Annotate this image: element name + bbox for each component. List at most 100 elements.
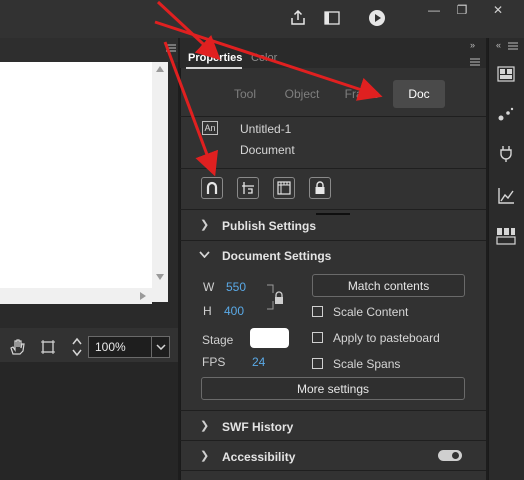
- scroll-up-icon[interactable]: [156, 66, 164, 72]
- chevron-right-icon: ❯: [200, 219, 210, 231]
- graph-icon: [498, 188, 514, 204]
- ruler-icon: [277, 181, 291, 195]
- stage-canvas[interactable]: [0, 62, 152, 302]
- scale-spans-label: Scale Spans: [333, 357, 401, 371]
- fps-value[interactable]: 24: [252, 355, 265, 369]
- swf-history-header[interactable]: ❯ SWF History: [180, 411, 486, 439]
- dock-motion-editor-button[interactable]: [496, 186, 516, 206]
- document-type: Document: [240, 143, 295, 157]
- height-value[interactable]: 400: [224, 304, 244, 318]
- mode-tab-object[interactable]: Object: [272, 80, 332, 108]
- zoom-value: 100%: [95, 340, 126, 354]
- publish-settings-header[interactable]: ❯ Publish Settings: [180, 210, 486, 240]
- scale-spans-checkbox[interactable]: [312, 358, 323, 369]
- accessibility-header[interactable]: ❯ Accessibility: [180, 441, 486, 469]
- width-value[interactable]: 550: [226, 280, 246, 294]
- apply-to-pasteboard-label: Apply to pasteboard: [333, 331, 440, 345]
- horizontal-scrollbar[interactable]: [0, 288, 152, 304]
- zoom-dropdown[interactable]: [152, 336, 170, 358]
- button-label: More settings: [296, 381, 370, 396]
- dock-options-button[interactable]: [508, 39, 520, 50]
- vertical-scrollbar[interactable]: [152, 62, 168, 302]
- mode-tab-frame[interactable]: Frame: [332, 80, 392, 108]
- panel-options-button[interactable]: [470, 55, 482, 66]
- fps-label: FPS: [202, 355, 226, 369]
- dock-components-button[interactable]: [496, 144, 516, 164]
- height-label: H: [203, 304, 212, 318]
- tab-properties[interactable]: Properties: [188, 52, 242, 64]
- close-button[interactable]: ✕: [478, 0, 518, 20]
- clip-canvas-button[interactable]: [40, 339, 58, 357]
- restore-button[interactable]: ❐: [450, 0, 474, 20]
- width-label: W: [203, 280, 215, 294]
- scale-content-label: Scale Content: [333, 305, 409, 319]
- divider: [180, 116, 486, 117]
- close-icon: ✕: [492, 3, 504, 17]
- stage-color-label: Stage: [202, 333, 234, 347]
- center-stage-button[interactable]: [71, 336, 85, 360]
- hand-tool-button[interactable]: [8, 338, 28, 358]
- mode-tab-tool[interactable]: Tool: [215, 80, 275, 108]
- divider: [180, 470, 486, 471]
- active-tab-indicator: [186, 67, 242, 69]
- chevron-down-icon: [199, 251, 210, 258]
- section-title: Accessibility: [222, 450, 296, 464]
- dock-assets-button[interactable]: [496, 226, 516, 246]
- library-icon: [497, 66, 515, 82]
- dock-library-button[interactable]: [496, 64, 516, 84]
- play-icon: [369, 10, 385, 26]
- timeline-area: [0, 362, 178, 480]
- dock-motion-presets-button[interactable]: [496, 104, 516, 124]
- stage-color-swatch[interactable]: [250, 328, 289, 348]
- section-title: SWF History: [222, 420, 294, 434]
- assets-grid-icon: [496, 228, 516, 245]
- plug-icon: [500, 146, 512, 162]
- document-name: Untitled-1: [240, 122, 292, 136]
- section-title: Document Settings: [222, 249, 332, 263]
- collapse-panel-button[interactable]: »: [470, 40, 482, 50]
- document-settings-header[interactable]: Document Settings: [180, 241, 486, 269]
- minimize-icon: —: [428, 3, 440, 17]
- rulers-button[interactable]: [273, 177, 295, 199]
- share-button[interactable]: [288, 8, 308, 28]
- guides-icon: [242, 182, 254, 194]
- test-movie-button[interactable]: [367, 8, 387, 28]
- match-contents-button[interactable]: Match contents: [312, 274, 465, 297]
- more-settings-button[interactable]: More settings: [201, 377, 465, 400]
- magnet-icon: [206, 181, 218, 194]
- stage-header: [0, 38, 178, 62]
- button-label: Match contents: [347, 278, 430, 293]
- snap-to-objects-button[interactable]: [201, 177, 223, 199]
- hamburger-icon: [508, 42, 518, 50]
- apply-to-pasteboard-checkbox[interactable]: [312, 332, 323, 343]
- animate-document-icon: An: [202, 121, 218, 135]
- animate-logo-text: An: [204, 123, 216, 133]
- panel-layout-icon: [324, 11, 340, 25]
- expand-dock-button[interactable]: «: [496, 40, 506, 50]
- panel-menu-button[interactable]: [166, 41, 176, 52]
- scroll-down-icon[interactable]: [156, 274, 164, 280]
- mode-tab-label: Tool: [233, 87, 256, 101]
- scroll-right-icon[interactable]: [140, 292, 146, 300]
- edit-guides-button[interactable]: [237, 177, 259, 199]
- chevron-right-icon: ❯: [200, 420, 210, 432]
- lock-icon: [315, 181, 325, 194]
- share-icon: [291, 10, 305, 25]
- motion-icon: [498, 107, 514, 121]
- mode-tab-doc[interactable]: Doc: [393, 80, 445, 108]
- clip-icon: [41, 340, 55, 354]
- link-dimensions-button[interactable]: [265, 283, 285, 311]
- restore-icon: ❐: [456, 3, 468, 17]
- lock-guides-button[interactable]: [309, 177, 331, 199]
- hand-icon: [10, 339, 25, 355]
- tab-color[interactable]: Color: [251, 52, 277, 64]
- zoom-input[interactable]: 100%: [88, 336, 152, 358]
- section-title: Publish Settings: [222, 219, 317, 233]
- panel-toggle-button[interactable]: [322, 8, 342, 28]
- mode-tab-label: Object: [284, 87, 320, 101]
- chevron-right-icon: ❯: [200, 450, 210, 462]
- hamburger-icon: [166, 44, 176, 52]
- minimize-button[interactable]: —: [420, 0, 448, 20]
- scale-content-checkbox[interactable]: [312, 306, 323, 317]
- accessibility-toggle[interactable]: [438, 450, 462, 461]
